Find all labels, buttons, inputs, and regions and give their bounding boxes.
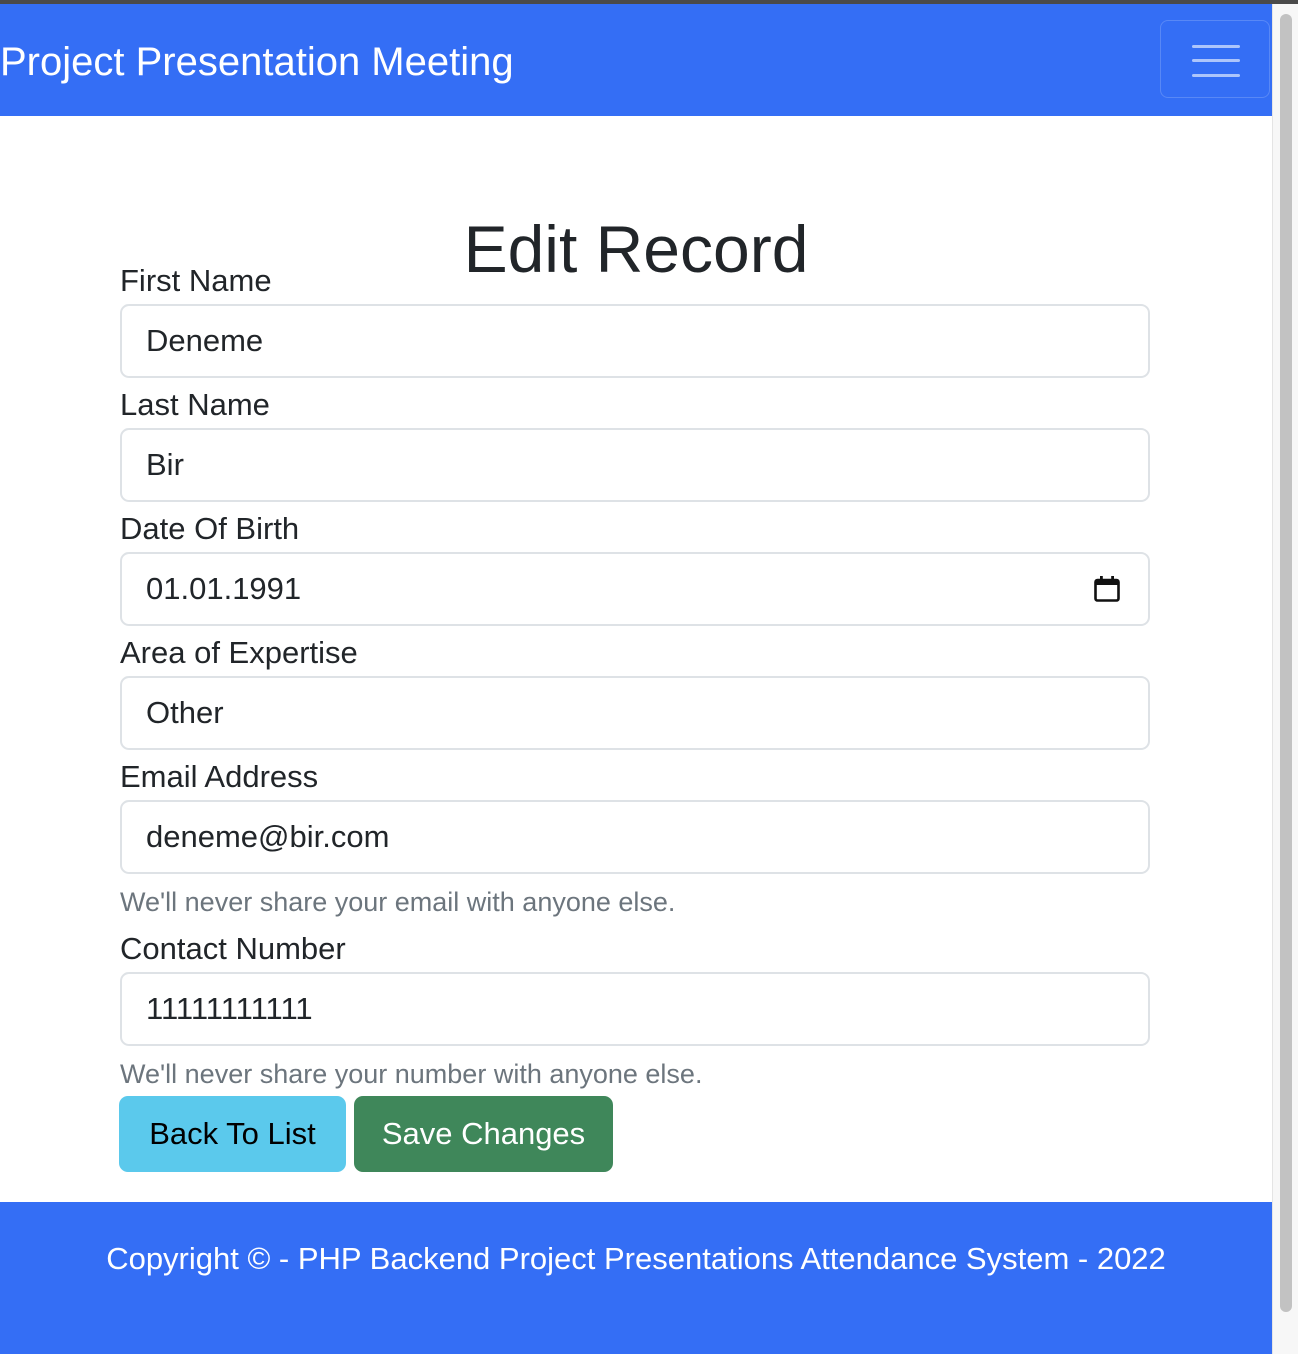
contact-number-label: Contact Number	[120, 931, 346, 966]
email-field[interactable]	[120, 800, 1150, 874]
first-name-label: First Name	[120, 263, 272, 298]
expertise-input[interactable]	[146, 678, 1046, 748]
navbar-toggler-button[interactable]	[1160, 20, 1270, 98]
last-name-label: Last Name	[120, 387, 270, 422]
expertise-field[interactable]	[120, 676, 1150, 750]
last-name-input[interactable]	[146, 430, 1046, 500]
save-changes-button[interactable]: Save Changes	[354, 1096, 613, 1172]
contact-number-input[interactable]	[146, 974, 1046, 1044]
email-input[interactable]	[146, 802, 1046, 872]
email-label: Email Address	[120, 759, 319, 794]
back-to-list-button[interactable]: Back To List	[119, 1096, 346, 1172]
last-name-field[interactable]	[120, 428, 1150, 502]
email-help-text: We'll never share your email with anyone…	[120, 887, 676, 917]
date-of-birth-input[interactable]	[146, 554, 1046, 624]
scrollbar-thumb[interactable]	[1280, 14, 1292, 1312]
date-of-birth-field[interactable]	[120, 552, 1150, 626]
navbar: Project Presentation Meeting	[0, 4, 1272, 116]
date-of-birth-label: Date Of Birth	[120, 511, 300, 546]
calendar-icon[interactable]	[1092, 574, 1122, 604]
footer-copyright: Copyright © - PHP Backend Project Presen…	[106, 1241, 1166, 1276]
vertical-scrollbar[interactable]	[1272, 4, 1298, 1354]
first-name-input[interactable]	[146, 306, 1046, 376]
contact-help-text: We'll never share your number with anyon…	[120, 1059, 703, 1089]
footer: Copyright © - PHP Backend Project Presen…	[0, 1202, 1272, 1354]
first-name-field[interactable]	[120, 304, 1150, 378]
navbar-brand[interactable]: Project Presentation Meeting	[0, 39, 514, 85]
contact-number-field[interactable]	[120, 972, 1150, 1046]
expertise-label: Area of Expertise	[120, 635, 358, 670]
